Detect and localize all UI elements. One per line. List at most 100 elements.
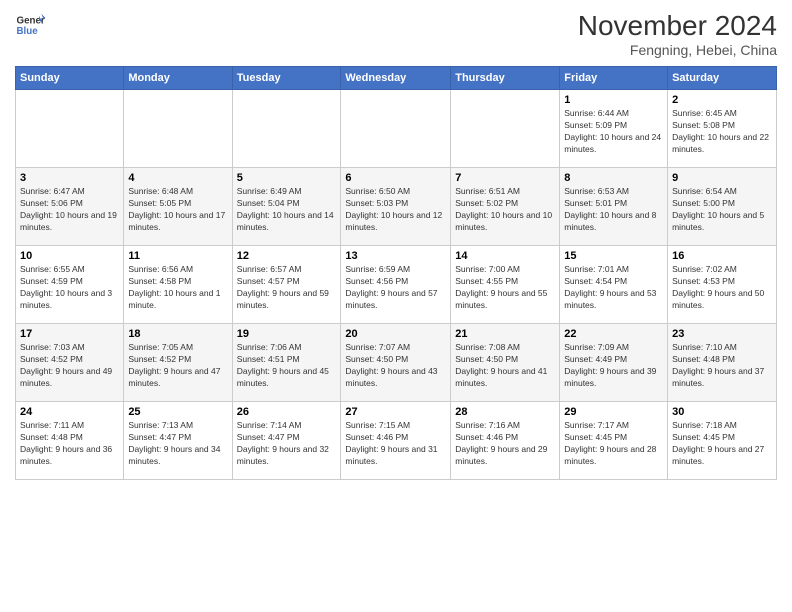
calendar-week-row: 1 Sunrise: 6:44 AMSunset: 5:09 PMDaylight… <box>16 90 777 168</box>
day-info: Sunrise: 6:47 AMSunset: 5:06 PMDaylight:… <box>20 186 119 234</box>
calendar-body: 1 Sunrise: 6:44 AMSunset: 5:09 PMDaylight… <box>16 90 777 480</box>
calendar-cell: 8 Sunrise: 6:53 AMSunset: 5:01 PMDaylight… <box>560 168 668 246</box>
day-number: 18 <box>128 328 227 340</box>
calendar-week-row: 10 Sunrise: 6:55 AMSunset: 4:59 PMDayligh… <box>16 246 777 324</box>
calendar-cell: 4 Sunrise: 6:48 AMSunset: 5:05 PMDaylight… <box>124 168 232 246</box>
day-number: 14 <box>455 250 555 262</box>
calendar-cell: 17Sunrise: 7:03 AMSunset: 4:52 PMDayligh… <box>16 324 124 402</box>
calendar-week-row: 24 Sunrise: 7:11 AMSunset: 4:48 PMDayligh… <box>16 402 777 480</box>
calendar-cell: 25 Sunrise: 7:13 AMSunset: 4:47 PMDayligh… <box>124 402 232 480</box>
day-info: Sunrise: 6:53 AMSunset: 5:01 PMDaylight:… <box>564 186 663 234</box>
day-info: Sunrise: 7:11 AMSunset: 4:48 PMDaylight:… <box>20 420 119 468</box>
day-number: 22 <box>564 328 663 340</box>
day-number: 30 <box>672 406 772 418</box>
calendar-header-cell: Wednesday <box>341 67 451 90</box>
calendar-cell: 30 Sunrise: 7:18 AMSunset: 4:45 PMDayligh… <box>668 402 777 480</box>
day-info: Sunrise: 6:51 AMSunset: 5:02 PMDaylight:… <box>455 186 555 234</box>
day-number: 4 <box>128 172 227 184</box>
calendar-cell: 18 Sunrise: 7:05 AMSunset: 4:52 PMDayligh… <box>124 324 232 402</box>
day-number: 5 <box>237 172 337 184</box>
calendar-cell <box>16 90 124 168</box>
main-title: November 2024 <box>578 10 777 42</box>
day-number: 10 <box>20 250 119 262</box>
day-number: 28 <box>455 406 555 418</box>
day-number: 2 <box>672 94 772 106</box>
calendar-cell: 13 Sunrise: 6:59 AMSunset: 4:56 PMDayligh… <box>341 246 451 324</box>
day-number: 24 <box>20 406 119 418</box>
subtitle: Fengning, Hebei, China <box>578 42 777 58</box>
day-number: 17 <box>20 328 119 340</box>
calendar-cell: 7 Sunrise: 6:51 AMSunset: 5:02 PMDaylight… <box>451 168 560 246</box>
day-info: Sunrise: 7:09 AMSunset: 4:49 PMDaylight:… <box>564 342 663 390</box>
calendar-cell: 24 Sunrise: 7:11 AMSunset: 4:48 PMDayligh… <box>16 402 124 480</box>
calendar-cell: 16 Sunrise: 7:02 AMSunset: 4:53 PMDayligh… <box>668 246 777 324</box>
day-number: 11 <box>128 250 227 262</box>
calendar-header-cell: Saturday <box>668 67 777 90</box>
day-number: 15 <box>564 250 663 262</box>
calendar-cell <box>232 90 341 168</box>
calendar-cell <box>124 90 232 168</box>
calendar-cell: 10 Sunrise: 6:55 AMSunset: 4:59 PMDayligh… <box>16 246 124 324</box>
day-info: Sunrise: 7:16 AMSunset: 4:46 PMDaylight:… <box>455 420 555 468</box>
day-number: 6 <box>345 172 446 184</box>
page: General Blue November 2024 Fengning, Heb… <box>0 0 792 612</box>
calendar-cell: 15 Sunrise: 7:01 AMSunset: 4:54 PMDayligh… <box>560 246 668 324</box>
day-number: 3 <box>20 172 119 184</box>
day-info: Sunrise: 6:48 AMSunset: 5:05 PMDaylight:… <box>128 186 227 234</box>
day-info: Sunrise: 7:01 AMSunset: 4:54 PMDaylight:… <box>564 264 663 312</box>
day-number: 8 <box>564 172 663 184</box>
day-info: Sunrise: 7:14 AMSunset: 4:47 PMDaylight:… <box>237 420 337 468</box>
calendar-cell <box>341 90 451 168</box>
day-number: 20 <box>345 328 446 340</box>
calendar-cell: 14 Sunrise: 7:00 AMSunset: 4:55 PMDayligh… <box>451 246 560 324</box>
day-info: Sunrise: 7:17 AMSunset: 4:45 PMDaylight:… <box>564 420 663 468</box>
calendar-cell: 11 Sunrise: 6:56 AMSunset: 4:58 PMDayligh… <box>124 246 232 324</box>
day-number: 23 <box>672 328 772 340</box>
calendar-cell: 1 Sunrise: 6:44 AMSunset: 5:09 PMDaylight… <box>560 90 668 168</box>
day-info: Sunrise: 6:44 AMSunset: 5:09 PMDaylight:… <box>564 108 663 156</box>
calendar-week-row: 17Sunrise: 7:03 AMSunset: 4:52 PMDayligh… <box>16 324 777 402</box>
title-block: November 2024 Fengning, Hebei, China <box>578 10 777 58</box>
day-info: Sunrise: 7:07 AMSunset: 4:50 PMDaylight:… <box>345 342 446 390</box>
day-info: Sunrise: 6:55 AMSunset: 4:59 PMDaylight:… <box>20 264 119 312</box>
day-info: Sunrise: 6:59 AMSunset: 4:56 PMDaylight:… <box>345 264 446 312</box>
day-info: Sunrise: 6:45 AMSunset: 5:08 PMDaylight:… <box>672 108 772 156</box>
day-info: Sunrise: 6:49 AMSunset: 5:04 PMDaylight:… <box>237 186 337 234</box>
day-info: Sunrise: 6:54 AMSunset: 5:00 PMDaylight:… <box>672 186 772 234</box>
calendar-cell: 3 Sunrise: 6:47 AMSunset: 5:06 PMDaylight… <box>16 168 124 246</box>
calendar-cell: 19 Sunrise: 7:06 AMSunset: 4:51 PMDayligh… <box>232 324 341 402</box>
day-info: Sunrise: 7:00 AMSunset: 4:55 PMDaylight:… <box>455 264 555 312</box>
day-number: 29 <box>564 406 663 418</box>
day-number: 19 <box>237 328 337 340</box>
day-info: Sunrise: 6:56 AMSunset: 4:58 PMDaylight:… <box>128 264 227 312</box>
day-number: 1 <box>564 94 663 106</box>
day-info: Sunrise: 7:15 AMSunset: 4:46 PMDaylight:… <box>345 420 446 468</box>
day-number: 16 <box>672 250 772 262</box>
day-number: 12 <box>237 250 337 262</box>
calendar-cell: 27 Sunrise: 7:15 AMSunset: 4:46 PMDayligh… <box>341 402 451 480</box>
calendar-header-cell: Thursday <box>451 67 560 90</box>
calendar-header-row: SundayMondayTuesdayWednesdayThursdayFrid… <box>16 67 777 90</box>
calendar-cell: 28 Sunrise: 7:16 AMSunset: 4:46 PMDayligh… <box>451 402 560 480</box>
day-number: 26 <box>237 406 337 418</box>
calendar-cell: 5 Sunrise: 6:49 AMSunset: 5:04 PMDaylight… <box>232 168 341 246</box>
day-number: 25 <box>128 406 227 418</box>
calendar-cell: 22 Sunrise: 7:09 AMSunset: 4:49 PMDayligh… <box>560 324 668 402</box>
day-number: 7 <box>455 172 555 184</box>
day-number: 9 <box>672 172 772 184</box>
day-info: Sunrise: 7:10 AMSunset: 4:48 PMDaylight:… <box>672 342 772 390</box>
day-info: Sunrise: 6:50 AMSunset: 5:03 PMDaylight:… <box>345 186 446 234</box>
logo-icon: General Blue <box>15 10 45 40</box>
day-info: Sunrise: 7:06 AMSunset: 4:51 PMDaylight:… <box>237 342 337 390</box>
calendar-header-cell: Sunday <box>16 67 124 90</box>
day-number: 21 <box>455 328 555 340</box>
day-number: 27 <box>345 406 446 418</box>
calendar-cell: 20 Sunrise: 7:07 AMSunset: 4:50 PMDayligh… <box>341 324 451 402</box>
day-number: 13 <box>345 250 446 262</box>
day-info: Sunrise: 7:18 AMSunset: 4:45 PMDaylight:… <box>672 420 772 468</box>
calendar-cell <box>451 90 560 168</box>
day-info: Sunrise: 7:05 AMSunset: 4:52 PMDaylight:… <box>128 342 227 390</box>
day-info: Sunrise: 7:13 AMSunset: 4:47 PMDaylight:… <box>128 420 227 468</box>
calendar-header-cell: Tuesday <box>232 67 341 90</box>
day-info: Sunrise: 7:02 AMSunset: 4:53 PMDaylight:… <box>672 264 772 312</box>
